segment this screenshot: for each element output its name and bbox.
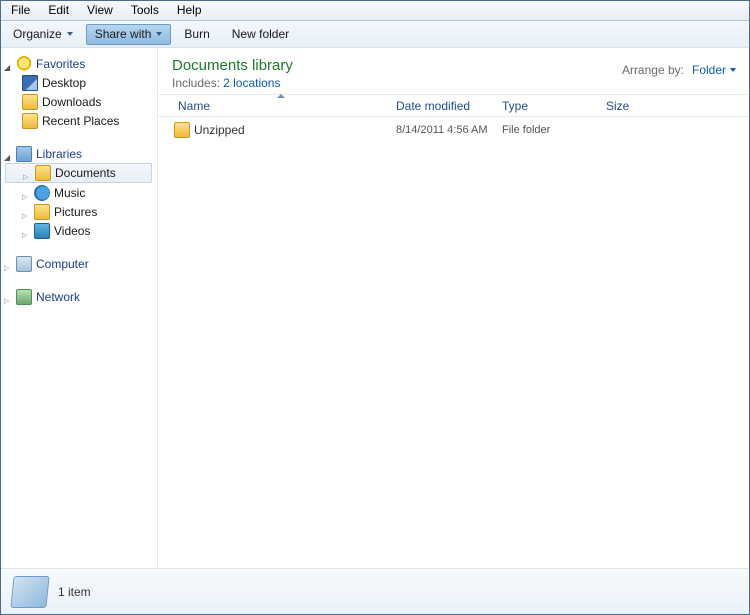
sidebar-network[interactable]: Network (2, 287, 155, 306)
column-headers: Name Date modified Type Size (158, 95, 750, 117)
sidebar-item-recent-places[interactable]: Recent Places (2, 111, 155, 130)
sidebar-item-pictures[interactable]: Pictures (2, 202, 155, 221)
chevron-down-icon[interactable] (4, 59, 14, 69)
menu-view[interactable]: View (78, 1, 122, 19)
column-type[interactable]: Type (496, 95, 600, 116)
sort-ascending-icon (277, 94, 285, 98)
content-pane: Documents library Includes: 2 locations … (158, 48, 750, 568)
column-size[interactable]: Size (600, 95, 750, 116)
menu-tools[interactable]: Tools (122, 1, 168, 19)
sidebar-item-label: Videos (54, 224, 90, 238)
chevron-right-icon[interactable] (22, 188, 32, 198)
menu-file[interactable]: File (2, 1, 39, 19)
chevron-right-icon[interactable] (22, 226, 32, 236)
computer-icon (16, 256, 32, 272)
sidebar-item-music[interactable]: Music (2, 183, 155, 202)
column-name-label: Name (178, 99, 210, 113)
folder-icon (174, 122, 190, 138)
sidebar-item-label: Downloads (42, 95, 101, 109)
menu-bar: File Edit View Tools Help (0, 0, 750, 21)
column-date-modified[interactable]: Date modified (390, 95, 496, 116)
library-title: Documents library (172, 57, 622, 74)
sidebar-favorites-label: Favorites (36, 57, 85, 71)
recent-places-icon (22, 113, 38, 129)
arrange-by-dropdown[interactable]: Folder (692, 63, 736, 77)
column-name[interactable]: Name (172, 95, 390, 116)
file-row[interactable]: Unzipped 8/14/2011 4:56 AM File folder (168, 119, 750, 141)
sidebar-item-documents[interactable]: Documents (5, 163, 152, 183)
desktop-icon (22, 75, 38, 91)
sidebar-computer-label: Computer (36, 257, 89, 271)
sidebar-item-desktop[interactable]: Desktop (2, 73, 155, 92)
organize-button[interactable]: Organize (4, 24, 82, 45)
chevron-right-icon[interactable] (4, 292, 14, 302)
burn-button[interactable]: Burn (175, 24, 218, 45)
share-with-button[interactable]: Share with (86, 24, 172, 45)
network-icon (16, 289, 32, 305)
sidebar-item-downloads[interactable]: Downloads (2, 92, 155, 111)
file-type: File folder (496, 124, 600, 136)
libraries-icon (16, 146, 32, 162)
favorites-icon (16, 56, 32, 72)
sidebar-item-videos[interactable]: Videos (2, 221, 155, 240)
sidebar-item-label: Music (54, 186, 85, 200)
videos-icon (34, 223, 50, 239)
file-name: Unzipped (194, 123, 245, 137)
chevron-right-icon[interactable] (4, 259, 14, 269)
sidebar-item-label: Recent Places (42, 114, 119, 128)
includes-locations-link[interactable]: 2 locations (223, 76, 280, 90)
file-list[interactable]: Unzipped 8/14/2011 4:56 AM File folder (158, 117, 750, 568)
library-icon (10, 576, 49, 608)
sidebar-favorites[interactable]: Favorites (2, 54, 155, 73)
item-count: 1 item (58, 585, 91, 599)
music-icon (34, 185, 50, 201)
sidebar-libraries-label: Libraries (36, 147, 82, 161)
sidebar-item-label: Desktop (42, 76, 86, 90)
pictures-icon (34, 204, 50, 220)
sidebar-network-label: Network (36, 290, 80, 304)
chevron-right-icon[interactable] (23, 168, 33, 178)
toolbar: Organize Share with Burn New folder (0, 21, 750, 48)
sidebar-item-label: Documents (55, 166, 116, 180)
includes-label: Includes: (172, 76, 220, 90)
sidebar-libraries[interactable]: Libraries (2, 144, 155, 163)
menu-edit[interactable]: Edit (39, 1, 78, 19)
sidebar-computer[interactable]: Computer (2, 254, 155, 273)
chevron-down-icon[interactable] (4, 149, 14, 159)
documents-icon (35, 165, 51, 181)
sidebar-item-label: Pictures (54, 205, 97, 219)
navigation-pane: Favorites Desktop Downloads Recent Place… (0, 48, 158, 568)
chevron-right-icon[interactable] (22, 207, 32, 217)
downloads-icon (22, 94, 38, 110)
new-folder-button[interactable]: New folder (223, 24, 298, 45)
arrange-by-label: Arrange by: (622, 63, 684, 77)
file-date: 8/14/2011 4:56 AM (390, 124, 496, 136)
details-pane: 1 item (0, 568, 750, 615)
menu-help[interactable]: Help (168, 1, 211, 19)
